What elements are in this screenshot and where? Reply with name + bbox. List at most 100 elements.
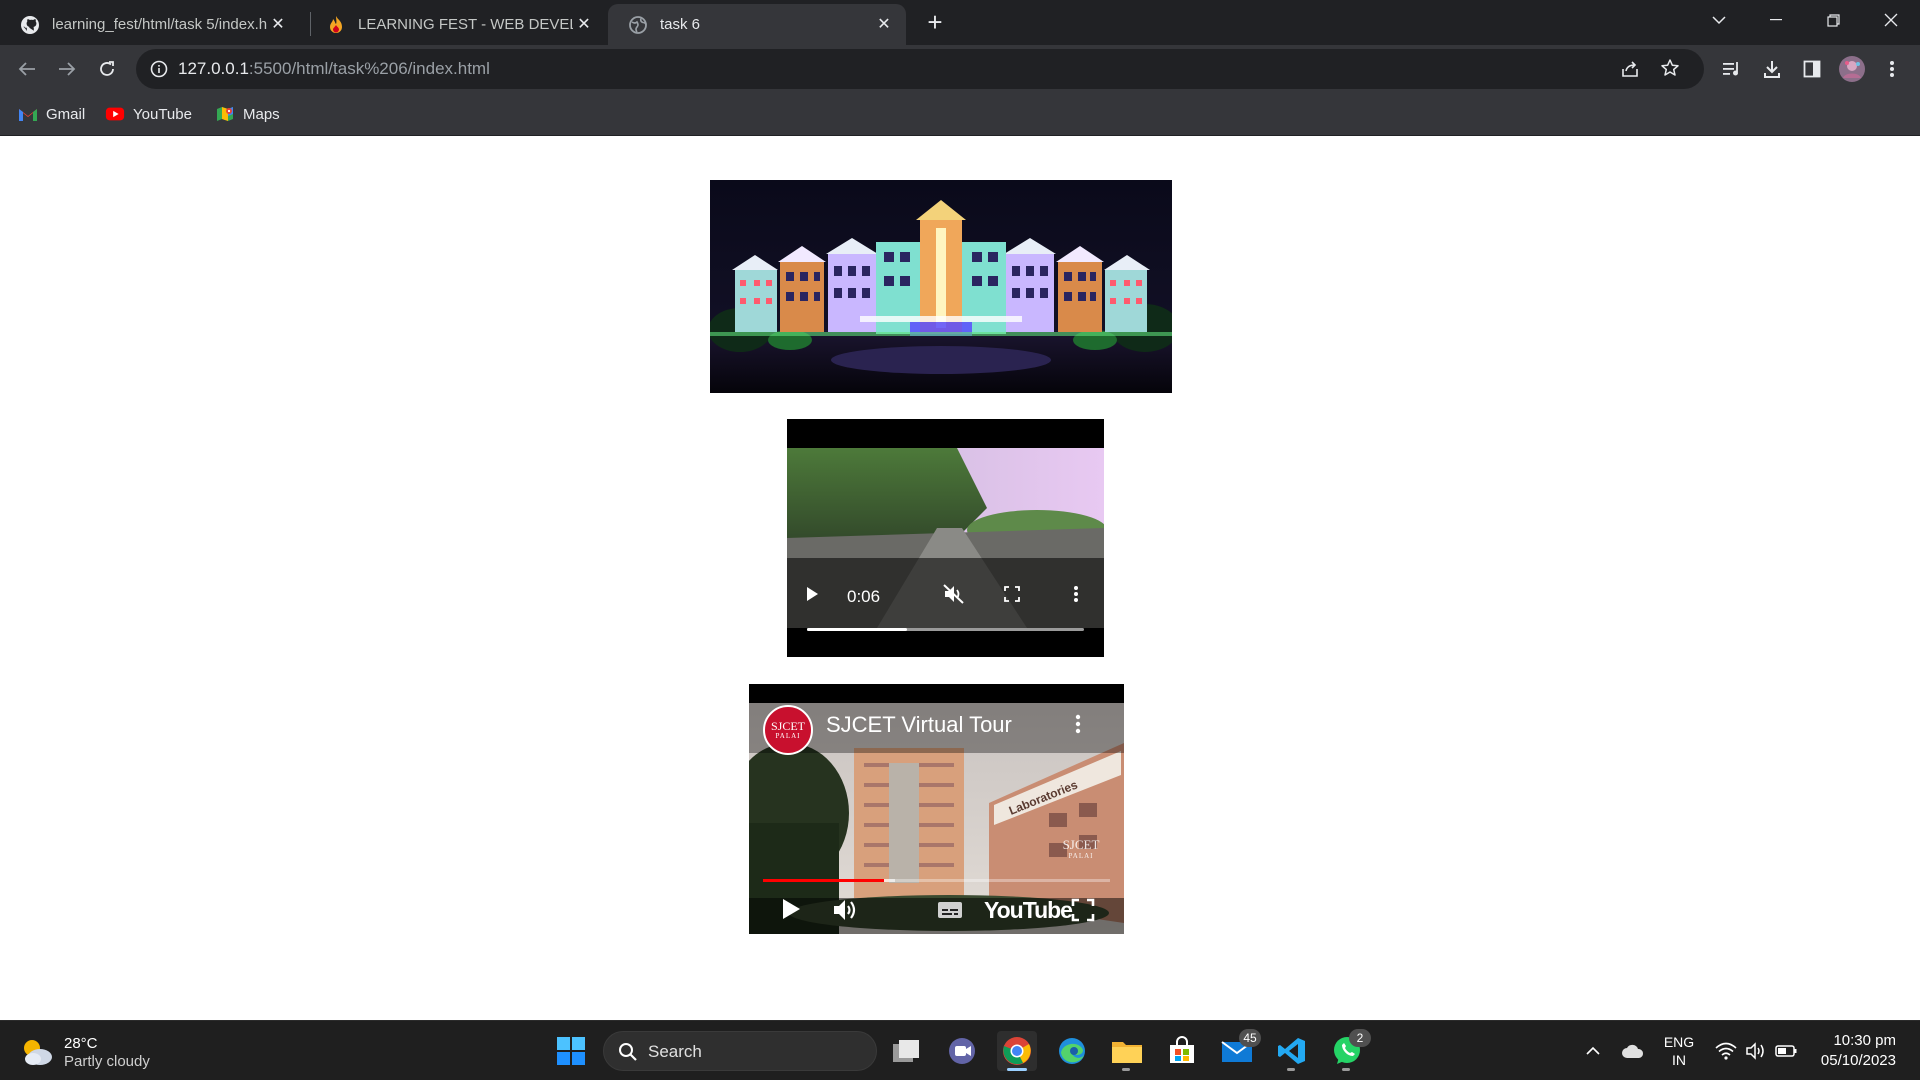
open-indicator (1122, 1068, 1130, 1071)
weather-desc: Partly cloudy (64, 1053, 150, 1070)
windows-taskbar: 28°C Partly cloudy Search 45 2 ENG IN 10… (0, 1020, 1920, 1080)
fire-icon (326, 15, 346, 35)
wifi-icon[interactable] (1713, 1039, 1739, 1063)
channel-avatar-sjcet: SJCET (770, 719, 805, 733)
youtube-embed[interactable]: Laboratories SJCET PALAI SJCET PALAI SJC… (749, 684, 1124, 934)
watermark-sjcet: SJCET (1063, 837, 1100, 852)
youtube-logo[interactable]: YouTube (984, 897, 1073, 924)
share-icon[interactable] (1620, 59, 1640, 84)
bookmarks-bar: Gmail YouTube Maps (0, 93, 1920, 136)
back-icon[interactable] (11, 53, 43, 85)
site-info-icon[interactable] (150, 60, 168, 83)
gmail-icon (18, 105, 38, 123)
download-icon[interactable] (1756, 53, 1788, 85)
youtube-seek-bar[interactable] (763, 879, 1110, 882)
search-icon (618, 1042, 638, 1067)
fullscreen-icon[interactable] (1003, 585, 1021, 608)
bookmark-label: Gmail (46, 105, 86, 123)
youtube-fullscreen-icon[interactable] (1071, 898, 1095, 927)
youtube-volume-icon[interactable] (832, 898, 860, 927)
video-menu-icon[interactable] (1073, 585, 1079, 608)
channel-avatar-palai: PALAI (775, 732, 801, 740)
browser-toolbar: 127.0.0.1:5500/html/task%206/index.html (0, 45, 1920, 93)
tab-github[interactable]: learning_fest/html/task 5/index.html ✕ (0, 4, 300, 45)
restore-icon[interactable] (1804, 0, 1862, 40)
close-tab-icon[interactable]: ✕ (268, 14, 288, 34)
clock-date: 05/10/2023 (1820, 1052, 1896, 1069)
volume-icon[interactable] (1743, 1039, 1769, 1063)
chrome-taskbar-icon[interactable] (997, 1031, 1037, 1071)
page-content: 0:06 Laboratories SJCET PALAI SJCET PALA… (0, 136, 1920, 1020)
youtube-play-icon[interactable] (781, 898, 801, 925)
open-indicator (1342, 1068, 1350, 1071)
edge-icon[interactable] (1052, 1031, 1092, 1071)
tab-learning-fest[interactable]: LEARNING FEST - WEB DEVELOPMENT ✕ (306, 4, 606, 45)
tab-title: task 6 (660, 16, 701, 33)
battery-icon[interactable] (1773, 1039, 1799, 1063)
url-path: :5500/html/task%206/index.html (248, 59, 490, 78)
channel-avatar[interactable]: SJCET PALAI (763, 705, 813, 755)
whatsapp-badge: 2 (1349, 1029, 1371, 1047)
url-host: 127.0.0.1 (178, 59, 249, 78)
active-indicator (1007, 1068, 1027, 1071)
language-line2: IN (1672, 1052, 1686, 1068)
youtube-menu-icon[interactable] (1075, 714, 1081, 739)
file-explorer-icon[interactable] (1107, 1031, 1147, 1071)
tab-search-icon[interactable] (1690, 0, 1748, 40)
task-view-icon[interactable] (886, 1031, 926, 1071)
address-bar[interactable]: 127.0.0.1:5500/html/task%206/index.html (136, 49, 1704, 89)
mail-icon[interactable]: 45 (1217, 1029, 1261, 1071)
show-hidden-icons-icon[interactable] (1580, 1039, 1606, 1063)
bookmark-youtube[interactable]: YouTube (105, 103, 192, 125)
close-window-icon[interactable] (1862, 0, 1920, 40)
minimize-icon[interactable] (1747, 0, 1805, 40)
clock-time: 10:30 pm (1833, 1032, 1896, 1049)
bookmark-maps[interactable]: Maps (215, 103, 280, 125)
profile-avatar-icon[interactable] (1836, 53, 1868, 85)
start-button[interactable] (551, 1031, 591, 1071)
captions-icon[interactable] (937, 900, 963, 925)
mail-badge: 45 (1239, 1029, 1261, 1047)
weather-temp: 28°C (64, 1035, 98, 1052)
watermark-palai: PALAI (1069, 852, 1094, 860)
bookmark-label: YouTube (133, 105, 192, 123)
vscode-icon[interactable] (1272, 1031, 1312, 1071)
whatsapp-icon[interactable]: 2 (1327, 1029, 1371, 1071)
close-tab-icon[interactable]: ✕ (574, 14, 594, 34)
video-seek-bar[interactable] (807, 628, 1084, 631)
windows-logo-icon (557, 1037, 585, 1065)
url-text: 127.0.0.1:5500/html/task%206/index.html (178, 59, 490, 79)
store-icon[interactable] (1162, 1031, 1202, 1071)
video-time: 0:06 (847, 587, 881, 606)
youtube-video-title[interactable]: SJCET Virtual Tour (826, 712, 1012, 738)
open-indicator (1287, 1068, 1295, 1071)
taskbar-search[interactable]: Search (603, 1031, 877, 1071)
partly-cloudy-icon (20, 1037, 54, 1072)
campus-building-illustration (710, 180, 1172, 393)
reload-icon[interactable] (91, 53, 123, 85)
teams-chat-icon[interactable] (942, 1031, 982, 1071)
close-tab-icon[interactable]: ✕ (874, 14, 894, 34)
github-icon (20, 15, 40, 35)
bookmark-gmail[interactable]: Gmail (18, 103, 85, 125)
mute-icon[interactable] (942, 583, 966, 610)
media-controls-icon[interactable] (1716, 53, 1748, 85)
new-tab-icon[interactable]: + (919, 6, 951, 38)
tab-title: learning_fest/html/task 5/index.html (52, 16, 267, 33)
onedrive-icon[interactable] (1620, 1039, 1646, 1063)
forward-icon[interactable] (51, 53, 83, 85)
side-panel-icon[interactable] (1796, 53, 1828, 85)
play-icon[interactable] (805, 586, 819, 607)
video-player[interactable]: 0:06 (787, 419, 1104, 657)
system-clock[interactable]: 10:30 pm 05/10/2023 (1800, 1031, 1896, 1071)
language-indicator[interactable]: ENG IN (1661, 1033, 1697, 1069)
tab-task-6[interactable]: task 6 ✕ (608, 4, 906, 45)
chrome-menu-icon[interactable] (1876, 53, 1908, 85)
search-placeholder: Search (648, 1042, 702, 1061)
youtube-icon (105, 105, 125, 123)
youtube-progress-fill (763, 879, 885, 882)
tab-strip: learning_fest/html/task 5/index.html ✕ L… (0, 0, 1920, 45)
campus-night-image (710, 180, 1172, 393)
language-line1: ENG (1663, 1034, 1695, 1050)
bookmark-star-icon[interactable] (1660, 58, 1680, 83)
